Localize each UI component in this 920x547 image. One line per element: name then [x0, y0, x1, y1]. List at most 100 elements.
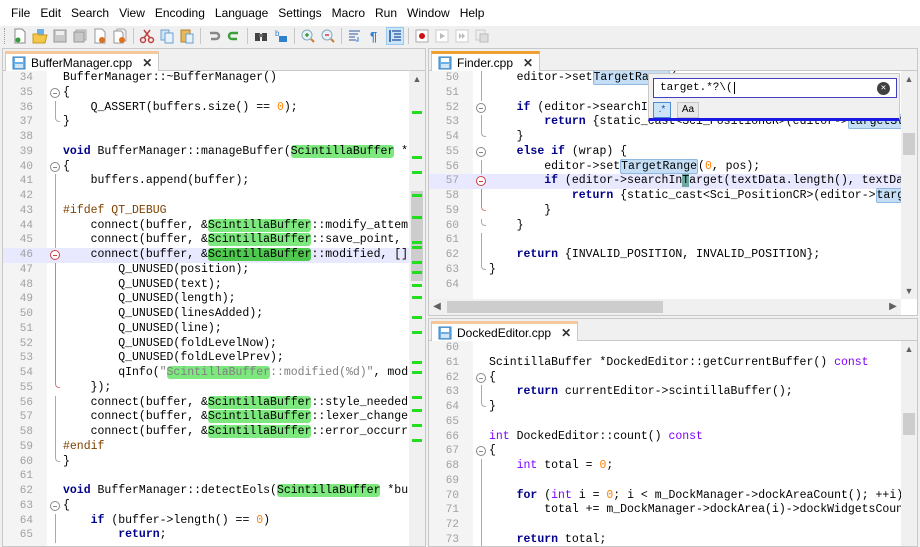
- menu-search[interactable]: Search: [66, 6, 114, 20]
- clear-search-icon[interactable]: ✕: [877, 82, 890, 95]
- code-line[interactable]: 46 connect(buffer, &ScintillaBuffer::mod…: [3, 248, 425, 263]
- code-line[interactable]: 73 return total;: [429, 532, 917, 546]
- fold-toggle-icon[interactable]: [476, 146, 486, 157]
- code-line[interactable]: 63 return currentEditor->scintillaBuffer…: [429, 385, 917, 400]
- menu-language[interactable]: Language: [210, 6, 273, 20]
- horizontal-scrollbar[interactable]: ◀ ▶: [429, 299, 901, 315]
- menu-encoding[interactable]: Encoding: [150, 6, 210, 20]
- code-line[interactable]: 55 });: [3, 380, 425, 396]
- macro-record-button[interactable]: [413, 27, 431, 45]
- code-line[interactable]: 57 if (editor->searchInTarget(textData.l…: [429, 174, 917, 189]
- code-editor[interactable]: 34 BufferManager::~BufferManager() 35{36 Q…: [3, 71, 425, 546]
- find-input[interactable]: target.*?\( ✕: [653, 78, 897, 98]
- code-line[interactable]: 65 return;: [3, 528, 425, 543]
- menu-window[interactable]: Window: [402, 6, 455, 20]
- code-line[interactable]: 36 Q_ASSERT(buffers.size() == 0);: [3, 100, 425, 116]
- code-line[interactable]: 47 Q_UNUSED(position);: [3, 262, 425, 278]
- code-line[interactable]: 62 {: [429, 371, 917, 386]
- code-line[interactable]: 54 }: [429, 130, 917, 145]
- code-line[interactable]: 61: [3, 469, 425, 484]
- code-line[interactable]: 55 else if (wrap) {: [429, 145, 917, 160]
- cut-button[interactable]: [138, 27, 156, 45]
- tab-buffermanager[interactable]: BufferManager.cpp ✕: [5, 51, 160, 72]
- code-line[interactable]: 64 if (buffer->length() == 0): [3, 513, 425, 529]
- zoom-in-button[interactable]: [299, 27, 317, 45]
- fold-toggle-icon[interactable]: [476, 446, 486, 457]
- code-line[interactable]: 63}: [429, 262, 917, 278]
- code-line[interactable]: 58 return {static_cast<Sci_PositionCR>(e…: [429, 188, 917, 204]
- code-line[interactable]: 63 {: [3, 499, 425, 514]
- code-line[interactable]: 58 connect(buffer, &ScintillaBuffer::err…: [3, 425, 425, 440]
- code-line[interactable]: 69: [429, 473, 917, 489]
- scroll-right-icon[interactable]: ▶: [885, 299, 901, 315]
- code-line[interactable]: 54 qInfo("ScintillaBuffer::modified(%d)"…: [3, 366, 425, 381]
- close-tab-icon[interactable]: ✕: [523, 56, 533, 70]
- fold-toggle-icon[interactable]: [50, 87, 60, 98]
- fold-toggle-icon[interactable]: [50, 250, 60, 260]
- close-tab-icon[interactable]: ✕: [561, 326, 571, 340]
- scroll-up-icon[interactable]: ▲: [901, 71, 917, 87]
- code-line[interactable]: 44 connect(buffer, &ScintillaBuffer::mod…: [3, 218, 425, 234]
- macro-play-button[interactable]: [453, 27, 471, 45]
- match-case-toggle[interactable]: Aa: [677, 102, 699, 118]
- scroll-left-icon[interactable]: ◀: [429, 299, 445, 315]
- indent-guide-button[interactable]: [386, 27, 404, 45]
- show-all-characters-button[interactable]: ¶: [366, 27, 384, 45]
- close-tab-icon[interactable]: ✕: [142, 56, 152, 70]
- code-line[interactable]: 51 Q_UNUSED(line);: [3, 321, 425, 337]
- code-line[interactable]: 41 buffers.append(buffer);: [3, 174, 425, 189]
- code-line[interactable]: 70 for (int i = 0; i < m_DockManager->do…: [429, 488, 917, 504]
- code-line[interactable]: 56 connect(buffer, &ScintillaBuffer::sty…: [3, 395, 425, 411]
- scroll-up-icon[interactable]: ▲: [409, 71, 425, 87]
- code-line[interactable]: 66 int DockedEditor::count() const: [429, 430, 917, 445]
- vertical-scrollbar[interactable]: ▲ ▼: [901, 71, 917, 299]
- menu-help[interactable]: Help: [455, 6, 490, 20]
- open-file-button[interactable]: [31, 27, 49, 45]
- fold-toggle-icon[interactable]: [476, 102, 486, 113]
- code-line[interactable]: 64: [429, 278, 917, 293]
- fold-toggle-icon[interactable]: [50, 161, 60, 172]
- code-line[interactable]: 60: [429, 341, 917, 356]
- undo-button[interactable]: [205, 27, 223, 45]
- menu-macro[interactable]: Macro: [327, 6, 370, 20]
- code-line[interactable]: 71 total += m_DockManager->dockArea(i)->…: [429, 503, 917, 518]
- save-all-button[interactable]: [71, 27, 89, 45]
- code-line[interactable]: 62 return {INVALID_POSITION, INVALID_POS…: [429, 248, 917, 263]
- code-editor[interactable]: 60 61 ScintillaBuffer *DockedEditor::getCu…: [429, 341, 917, 546]
- scroll-up-icon[interactable]: ▲: [901, 341, 917, 357]
- code-line[interactable]: 57 connect(buffer, &ScintillaBuffer::lex…: [3, 410, 425, 425]
- save-file-button[interactable]: [51, 27, 69, 45]
- fold-toggle-icon[interactable]: [476, 372, 486, 383]
- code-line[interactable]: 61 ScintillaBuffer *DockedEditor::getCurr…: [429, 356, 917, 371]
- scrollbar-thumb[interactable]: [903, 133, 915, 155]
- regex-toggle[interactable]: .*: [653, 102, 671, 118]
- code-line[interactable]: 49 Q_UNUSED(length);: [3, 292, 425, 307]
- vertical-scrollbar[interactable]: ▲: [409, 71, 425, 546]
- menu-file[interactable]: File: [6, 6, 35, 20]
- code-line[interactable]: 50 Q_UNUSED(linesAdded);: [3, 307, 425, 322]
- code-line[interactable]: 34 BufferManager::~BufferManager(): [3, 71, 425, 86]
- code-line[interactable]: 45 connect(buffer, &ScintillaBuffer::sav…: [3, 233, 425, 248]
- code-line[interactable]: 35 {: [3, 86, 425, 101]
- zoom-out-button[interactable]: [319, 27, 337, 45]
- code-line[interactable]: 72: [429, 518, 917, 533]
- code-line[interactable]: 43 #ifdef QT_DEBUG: [3, 203, 425, 219]
- vertical-scrollbar[interactable]: ▲: [901, 341, 917, 546]
- close-file-button[interactable]: [91, 27, 109, 45]
- tab-dockededitor[interactable]: DockedEditor.cpp ✕: [431, 321, 579, 342]
- code-line[interactable]: 61: [429, 233, 917, 248]
- scrollbar-thumb[interactable]: [411, 191, 423, 281]
- word-wrap-button[interactable]: [346, 27, 364, 45]
- code-line[interactable]: 40 {: [3, 160, 425, 175]
- code-line[interactable]: 59 #endif: [3, 439, 425, 455]
- code-line[interactable]: 42: [3, 189, 425, 204]
- close-all-button[interactable]: [111, 27, 129, 45]
- code-line[interactable]: 56 editor->setTargetRange(0, pos);: [429, 158, 917, 175]
- fold-toggle-icon[interactable]: [476, 176, 486, 187]
- replace-button[interactable]: b: [272, 27, 290, 45]
- code-line[interactable]: 59 }: [429, 203, 917, 219]
- tab-finder[interactable]: Finder.cpp ✕: [431, 51, 541, 72]
- paste-button[interactable]: [178, 27, 196, 45]
- code-line[interactable]: 52 Q_UNUSED(foldLevelNow);: [3, 336, 425, 352]
- code-line[interactable]: 60 }: [429, 218, 917, 234]
